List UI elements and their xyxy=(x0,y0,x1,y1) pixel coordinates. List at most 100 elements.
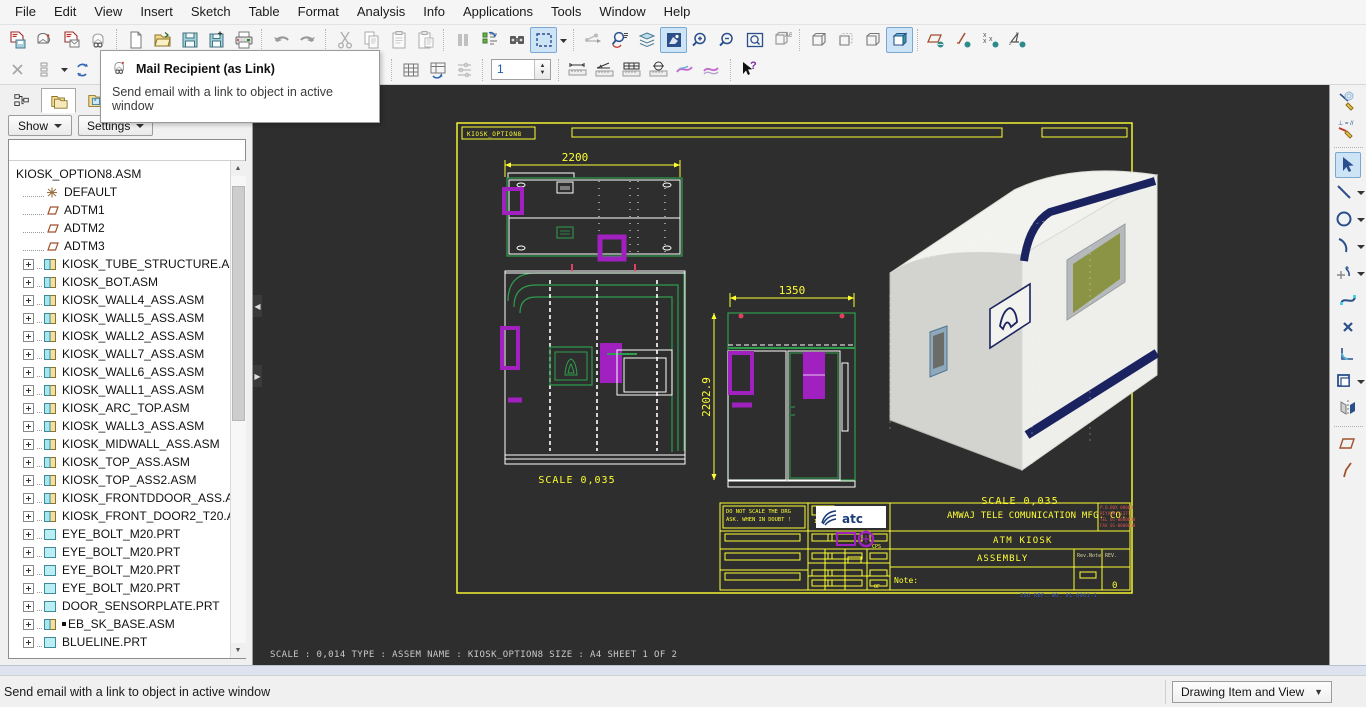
tree-expand-icon[interactable] xyxy=(23,421,34,432)
scroll-track[interactable] xyxy=(231,176,246,643)
circle-tool-icon[interactable] xyxy=(1331,206,1357,232)
tree-node[interactable]: EB_SK_BASE.ASM xyxy=(13,615,230,633)
point-tool-caret-icon[interactable] xyxy=(1357,261,1366,287)
menu-file[interactable]: File xyxy=(6,1,45,23)
tree-expand-icon[interactable] xyxy=(23,583,34,594)
tree-node[interactable]: KIOSK_WALL5_ASS.ASM xyxy=(13,309,230,327)
tree-node[interactable]: DOOR_SENSORPLATE.PRT xyxy=(13,597,230,615)
splitter-expand-handle[interactable]: ▶ xyxy=(253,365,262,387)
regenerate-icon[interactable] xyxy=(476,27,503,53)
update-sheet-icon[interactable] xyxy=(70,57,97,83)
model-tree-tab[interactable] xyxy=(4,88,39,113)
tree-node[interactable]: ADTM1 xyxy=(13,201,230,219)
dimension-style-icon[interactable] xyxy=(31,57,58,83)
tree-node[interactable]: KIOSK_TUBE_STRUCTURE.ASM xyxy=(13,255,230,273)
tree-node[interactable]: KIOSK_FRONT_DOOR2_T20.ASM xyxy=(13,507,230,525)
tree-node[interactable]: KIOSK_WALL6_ASS.ASM xyxy=(13,363,230,381)
selection-filter-combo[interactable]: Drawing Item and View ▼ xyxy=(1172,681,1332,703)
tree-node[interactable]: KIOSK_WALL1_ASS.ASM xyxy=(13,381,230,399)
shaded-icon[interactable] xyxy=(886,27,913,53)
angular-dimension-icon[interactable] xyxy=(591,57,618,83)
tree-expand-icon[interactable] xyxy=(23,331,34,342)
drawing-sheet-graphic[interactable]: KIOSK_OPTION8 2200 xyxy=(262,85,1329,665)
tree-expand-icon[interactable] xyxy=(23,367,34,378)
model-tree-list[interactable]: KIOSK_OPTION8.ASM DEFAULTADTM1ADTM2ADTM3… xyxy=(9,161,230,658)
tree-node[interactable]: EYE_BOLT_M20.PRT xyxy=(13,561,230,579)
menu-view[interactable]: View xyxy=(85,1,131,23)
tree-expand-icon[interactable] xyxy=(23,295,34,306)
tree-expand-icon[interactable] xyxy=(23,259,34,270)
mail-recipient-attachment-icon[interactable] xyxy=(31,27,58,53)
paste-special-icon[interactable] xyxy=(412,27,439,53)
arc-tool-caret-icon[interactable] xyxy=(1357,234,1366,260)
diameter-dimension-icon[interactable] xyxy=(645,57,672,83)
tree-expand-icon[interactable] xyxy=(23,547,34,558)
fillet-tool-icon[interactable] xyxy=(1335,341,1361,367)
menu-sketch[interactable]: Sketch xyxy=(182,1,240,23)
spline-dimension-icon[interactable] xyxy=(699,57,726,83)
help-pointer-icon[interactable]: ? xyxy=(736,57,763,83)
relations-icon[interactable] xyxy=(579,27,606,53)
tree-expand-icon[interactable] xyxy=(23,565,34,576)
repaint-icon[interactable] xyxy=(660,27,687,53)
menu-edit[interactable]: Edit xyxy=(45,1,85,23)
tree-expand-icon[interactable] xyxy=(23,619,34,630)
tree-expand-icon[interactable] xyxy=(23,511,34,522)
layer-tree-tab[interactable] xyxy=(41,88,76,113)
hidden-line-icon[interactable] xyxy=(832,27,859,53)
menu-applications[interactable]: Applications xyxy=(454,1,542,23)
line-tool-caret-icon[interactable] xyxy=(1357,180,1366,206)
datum-points-icon[interactable]: x x x xyxy=(977,27,1004,53)
layers-icon[interactable] xyxy=(633,27,660,53)
trim-tool-icon[interactable] xyxy=(1335,314,1361,340)
tree-node[interactable]: KIOSK_WALL7_ASS.ASM xyxy=(13,345,230,363)
search-model-icon[interactable] xyxy=(606,27,633,53)
menu-help[interactable]: Help xyxy=(655,1,700,23)
columns-icon[interactable] xyxy=(449,27,476,53)
tree-node[interactable]: EYE_BOLT_M20.PRT xyxy=(13,525,230,543)
line-tool-icon[interactable] xyxy=(1331,179,1357,205)
arc-tool-icon[interactable] xyxy=(1331,233,1357,259)
reorient-icon[interactable]: AB xyxy=(768,27,795,53)
delete-icon[interactable] xyxy=(4,57,31,83)
menu-format[interactable]: Format xyxy=(289,1,348,23)
show-button[interactable]: Show xyxy=(8,115,72,136)
sketch-pencil-icon[interactable] xyxy=(1335,458,1361,484)
sheet-number-value[interactable]: 1 xyxy=(492,60,534,79)
menu-analysis[interactable]: Analysis xyxy=(348,1,414,23)
tree-expand-icon[interactable] xyxy=(23,601,34,612)
tree-node[interactable]: EYE_BOLT_M20.PRT xyxy=(13,579,230,597)
menu-table[interactable]: Table xyxy=(240,1,289,23)
tree-expand-icon[interactable] xyxy=(23,637,34,648)
tree-node[interactable]: KIOSK_MIDWALL_ASS.ASM xyxy=(13,435,230,453)
coordinate-systems-icon[interactable]: y z xyxy=(1004,27,1031,53)
reference-dimension-icon[interactable] xyxy=(672,57,699,83)
tree-node[interactable]: ADTM3 xyxy=(13,237,230,255)
tree-expand-icon[interactable] xyxy=(23,349,34,360)
sketch-constraint-icon[interactable] xyxy=(1335,89,1361,115)
scroll-up-icon[interactable]: ▲ xyxy=(231,161,246,176)
tree-root-node[interactable]: KIOSK_OPTION8.ASM xyxy=(13,165,230,183)
datum-axes-icon[interactable] xyxy=(950,27,977,53)
sketch-dimension-icon[interactable]: ⊥ = // xyxy=(1335,116,1361,142)
drawing-canvas[interactable]: KIOSK_OPTION8 2200 xyxy=(262,85,1329,665)
tree-expand-icon[interactable] xyxy=(23,277,34,288)
model-tree-scrollbar[interactable]: ▲ ▼ xyxy=(230,161,245,658)
tree-node[interactable]: KIOSK_ARC_TOP.ASM xyxy=(13,399,230,417)
tree-expand-icon[interactable] xyxy=(23,457,34,468)
datum-plane-tool-icon[interactable] xyxy=(1335,431,1361,457)
tree-node[interactable]: KIOSK_WALL2_ASS.ASM xyxy=(13,327,230,345)
refit-icon[interactable] xyxy=(741,27,768,53)
ordinate-dimension-icon[interactable] xyxy=(618,57,645,83)
spline-tool-icon[interactable] xyxy=(1335,287,1361,313)
tree-node[interactable]: KIOSK_FRONTDDOOR_ASS.ASM xyxy=(13,489,230,507)
tree-node[interactable]: KIOSK_TOP_ASS2.ASM xyxy=(13,471,230,489)
tree-expand-icon[interactable] xyxy=(23,439,34,450)
point-tool-icon[interactable] xyxy=(1331,260,1357,286)
tree-node[interactable]: BLUELINE.PRT xyxy=(13,633,230,651)
tree-node[interactable]: KIOSK_BOT.ASM xyxy=(13,273,230,291)
tree-expand-icon[interactable] xyxy=(23,403,34,414)
sheet-number-spinner[interactable]: 1 ▲▼ xyxy=(491,59,551,80)
tree-expand-icon[interactable] xyxy=(23,313,34,324)
update-table-icon[interactable] xyxy=(424,57,451,83)
